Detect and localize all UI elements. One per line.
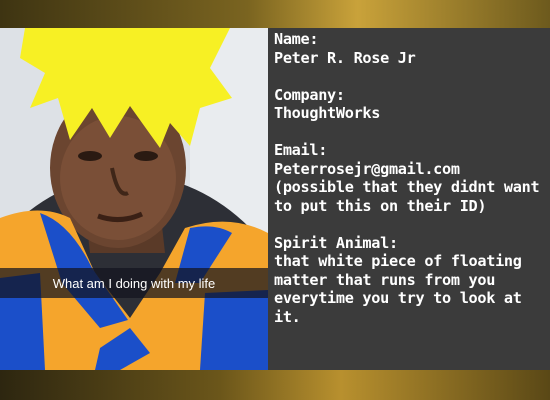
name-value: Peter R. Rose Jr [274,48,416,67]
snapchat-caption-bar: What am I doing with my life [0,268,268,298]
email-field: Email: Peterrosejr@gmail.com (possible t… [274,141,550,215]
spirit-animal-value: that white piece of floating matter that… [274,252,531,326]
email-label: Email: [274,141,328,159]
top-background-band [0,0,550,28]
profile-photo: What am I doing with my life [0,28,268,370]
photo-drawing [0,28,268,370]
email-value: Peterrosejr@gmail.com [274,159,460,178]
company-field: Company: ThoughtWorks [274,86,550,123]
name-label: Name: [274,30,319,48]
info-panel: Name: Peter R. Rose Jr Company: ThoughtW… [268,28,550,370]
profile-card: What am I doing with my life Name: Peter… [0,28,550,370]
photo-caption: What am I doing with my life [52,275,216,291]
company-value: ThoughtWorks [274,104,381,122]
name-field: Name: Peter R. Rose Jr [274,30,550,67]
email-note: (possible that they didnt want to put th… [274,178,549,215]
spirit-animal-label: Spirit Animal: [274,233,398,252]
bottom-background-band [0,370,550,400]
company-label: Company: [274,85,345,104]
spirit-animal-field: Spirit Animal: that white piece of float… [274,234,550,327]
